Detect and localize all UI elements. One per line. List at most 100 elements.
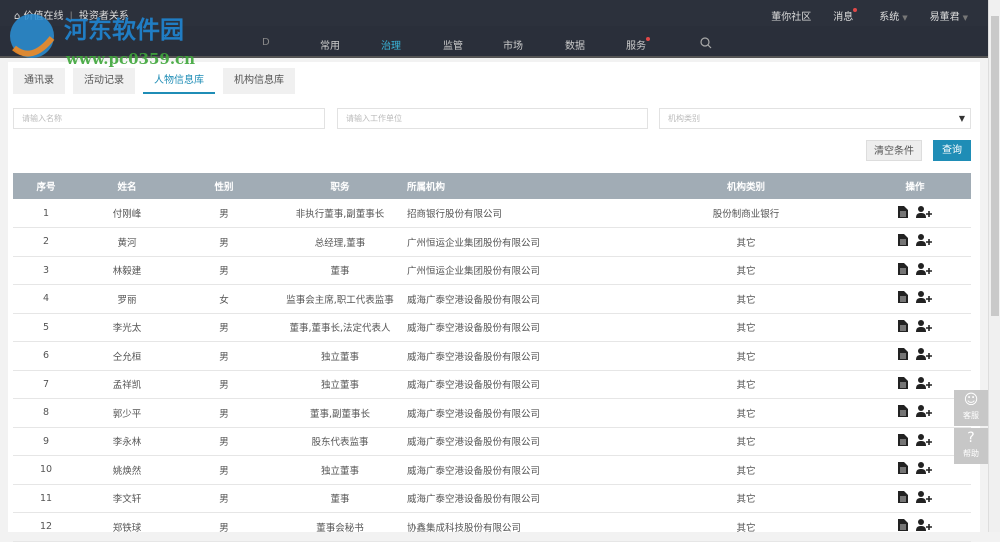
actions-cell xyxy=(859,227,971,257)
add-user-icon[interactable] xyxy=(916,262,932,278)
table-cell: 董事 xyxy=(273,484,407,513)
add-user-icon[interactable] xyxy=(916,319,932,335)
search-button[interactable]: 查询 xyxy=(933,140,971,161)
add-user-icon[interactable] xyxy=(916,405,932,420)
actions-cell xyxy=(859,484,971,513)
brand-subtitle: 投资者关系 xyxy=(78,11,129,22)
document-icon[interactable] xyxy=(898,462,908,477)
add-user-icon[interactable] xyxy=(916,462,932,477)
add-user-icon[interactable] xyxy=(916,291,932,306)
table-row: 6 仝允桓男独立董事 威海广泰空港设备股份有限公司 其它 xyxy=(13,341,971,371)
table-cell: 李永林 xyxy=(79,427,175,456)
table-cell: 李光太 xyxy=(79,313,175,342)
tab[interactable]: 人物信息库 xyxy=(143,68,215,94)
search-icon[interactable] xyxy=(700,37,712,52)
nav-item[interactable]: 监管 xyxy=(443,37,463,52)
document-icon[interactable] xyxy=(898,348,908,363)
table-cell: 其它 xyxy=(633,227,859,257)
add-user-icon[interactable] xyxy=(916,519,932,534)
top-links: 董你社区 消息 系统 ▼ 易董君 ▼ xyxy=(771,8,968,23)
table-cell: 其它 xyxy=(633,256,859,285)
nav-item[interactable]: 常用 xyxy=(320,37,340,52)
nav-item[interactable]: 服务 xyxy=(626,37,650,52)
top-link[interactable]: 董你社区 xyxy=(771,8,811,23)
help-button[interactable]: ? 帮助 xyxy=(954,428,988,464)
table-cell: 总经理,董事 xyxy=(273,227,407,257)
top-link-label: 易董君 xyxy=(929,12,960,23)
table-cell: 郑铁球 xyxy=(79,512,175,542)
table-cell: 11 xyxy=(13,484,79,513)
tab-bar: 通讯录 活动记录 人物信息库 机构信息库 xyxy=(13,68,295,94)
table-cell: 1 xyxy=(13,199,79,228)
logo-icon[interactable]: D xyxy=(262,37,270,48)
table-cell: 其它 xyxy=(633,484,859,513)
document-icon[interactable] xyxy=(898,262,908,278)
table-row: 10 姚焕然男独立董事 威海广泰空港设备股份有限公司 其它 xyxy=(13,455,971,485)
brand[interactable]: ⌂ 价值在线 | 投资者关系 xyxy=(14,7,129,22)
table-row: 5 李光太男董事,董事长,法定代表人 威海广泰空港设备股份有限公司 其它 xyxy=(13,313,971,342)
actions-cell xyxy=(859,284,971,314)
add-user-icon[interactable] xyxy=(916,205,932,221)
tab[interactable]: 机构信息库 xyxy=(223,68,295,94)
table-cell: 董事,副董事长 xyxy=(273,398,407,428)
add-user-icon[interactable] xyxy=(916,376,932,392)
table-cell: 男 xyxy=(175,370,273,399)
document-icon[interactable] xyxy=(898,234,908,249)
clear-button[interactable]: 清空条件 xyxy=(866,140,922,161)
table-cell: 威海广泰空港设备股份有限公司 xyxy=(407,341,633,371)
category-select[interactable]: 机构类别 ▼ xyxy=(659,108,971,129)
document-icon[interactable] xyxy=(898,376,908,392)
help-label: 帮助 xyxy=(963,449,979,458)
customer-service-button[interactable]: ☺ 客服 xyxy=(954,390,988,426)
table-cell: 其它 xyxy=(633,455,859,485)
top-link-label: 董你社区 xyxy=(771,12,812,23)
add-user-icon[interactable] xyxy=(916,234,932,249)
tab[interactable]: 活动记录 xyxy=(73,68,135,94)
table-cell: 5 xyxy=(13,313,79,342)
people-table: 序号 姓名 性别 职务 所属机构 机构类别 操作 1 付刚峰男非执行董事,副董事长 招商银行股份… xyxy=(13,173,971,542)
nav-item[interactable]: 市场 xyxy=(503,37,523,52)
document-icon[interactable] xyxy=(898,319,908,335)
table-cell: 姚焕然 xyxy=(79,455,175,485)
table-cell: 股东代表监事 xyxy=(273,427,407,456)
table-cell: 2 xyxy=(13,227,79,257)
nav-item[interactable]: 治理 xyxy=(381,37,401,52)
tab[interactable]: 通讯录 xyxy=(13,68,65,94)
work-unit-input[interactable]: 请输入工作单位 xyxy=(337,108,648,129)
table-cell: 其它 xyxy=(633,398,859,428)
caret-down-icon: ▼ xyxy=(902,14,908,22)
document-icon[interactable] xyxy=(898,519,908,534)
question-icon: ? xyxy=(967,430,975,446)
nav-item[interactable]: 数据 xyxy=(565,37,585,52)
table-cell: 6 xyxy=(13,341,79,371)
add-user-icon[interactable] xyxy=(916,433,932,449)
document-icon[interactable] xyxy=(898,291,908,306)
table-cell: 威海广泰空港设备股份有限公司 xyxy=(407,455,633,485)
document-icon[interactable] xyxy=(898,433,908,449)
top-link[interactable]: 消息 xyxy=(833,8,858,23)
top-link-label: 消息 xyxy=(833,12,854,23)
chevron-down-icon: ▼ xyxy=(958,114,965,123)
document-icon[interactable] xyxy=(898,405,908,420)
table-row: 9 李永林男股东代表监事 威海广泰空港设备股份有限公司 其它 xyxy=(13,427,971,456)
table-cell: 威海广泰空港设备股份有限公司 xyxy=(407,370,633,399)
scrollbar[interactable] xyxy=(988,0,1000,532)
top-link[interactable]: 系统 ▼ xyxy=(879,8,907,23)
actions-cell xyxy=(859,199,971,228)
table-cell: 男 xyxy=(175,512,273,542)
table-cell: 罗丽 xyxy=(79,284,175,314)
actions-cell xyxy=(859,341,971,371)
table-cell: 其它 xyxy=(633,341,859,371)
name-input[interactable]: 请输入名称 xyxy=(13,108,325,129)
table-cell: 李文轩 xyxy=(79,484,175,513)
add-user-icon[interactable] xyxy=(916,490,932,506)
top-link[interactable]: 易董君 ▼ xyxy=(930,8,968,23)
table-row: 11 李文轩男董事 威海广泰空港设备股份有限公司 其它 xyxy=(13,484,971,513)
table-cell: 男 xyxy=(175,227,273,257)
document-icon[interactable] xyxy=(898,490,908,506)
document-icon[interactable] xyxy=(898,205,908,221)
caret-down-icon: ▼ xyxy=(962,14,968,22)
table-cell: 7 xyxy=(13,370,79,399)
add-user-icon[interactable] xyxy=(916,348,932,363)
headset-icon: ☺ xyxy=(963,392,979,408)
